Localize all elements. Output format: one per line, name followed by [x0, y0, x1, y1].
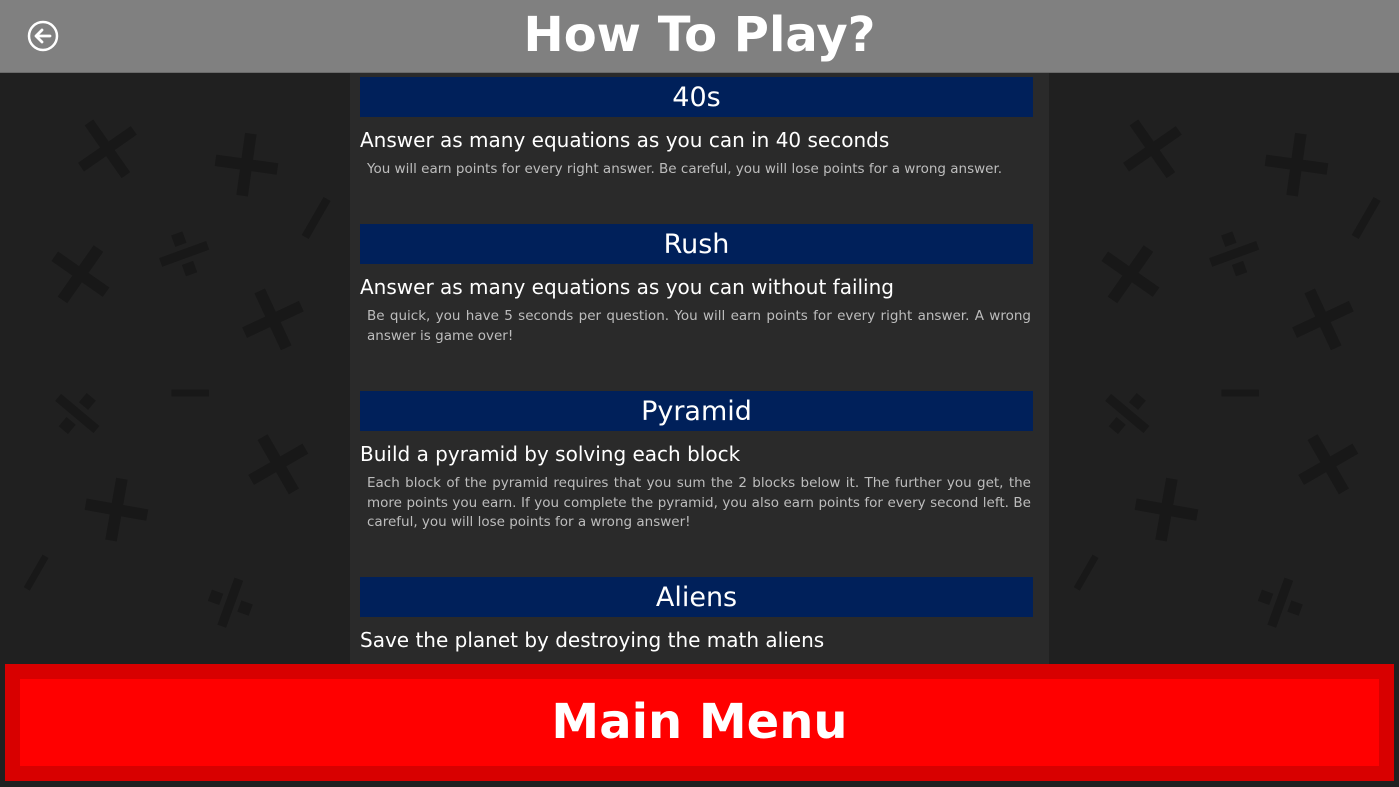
- mode-description: Be quick, you have 5 seconds per questio…: [367, 308, 1031, 344]
- main-menu-button[interactable]: Main Menu: [5, 664, 1394, 781]
- header-bar: How To Play?: [0, 0, 1399, 73]
- plus-symbol-icon: +: [1261, 389, 1393, 534]
- mode-subtitle: Build a pyramid by solving each block: [360, 442, 741, 466]
- plus-symbol-icon: +: [1258, 245, 1385, 388]
- mode-subtitle: Answer as many equations as you can in 4…: [360, 128, 890, 152]
- mode-title: Aliens: [360, 577, 1033, 617]
- instructions-panel[interactable]: 40s Answer as many equations as you can …: [350, 73, 1049, 665]
- plus-symbol-icon: +: [1064, 199, 1201, 344]
- page-title: How To Play?: [523, 7, 876, 63]
- mode-section-aliens: Aliens Save the planet by destroying the…: [360, 577, 1033, 660]
- main-menu-label: Main Menu: [20, 679, 1379, 766]
- minus-symbol-icon: −: [165, 357, 216, 427]
- mode-title: Pyramid: [360, 391, 1033, 431]
- how-to-play-screen: × + − ÷ + + ÷ − + + − ÷ × + − ÷ + + ÷ − …: [0, 0, 1399, 787]
- mode-title: Rush: [360, 224, 1033, 264]
- mode-title: 40s: [360, 77, 1033, 117]
- minus-symbol-icon: −: [0, 532, 79, 612]
- mode-subtitle: Answer as many equations as you can with…: [360, 275, 894, 299]
- times-symbol-icon: ×: [61, 88, 155, 205]
- plus-symbol-icon: +: [14, 199, 151, 344]
- plus-symbol-icon: +: [208, 245, 335, 388]
- minus-symbol-icon: −: [1042, 532, 1129, 612]
- mode-section-40s: 40s Answer as many equations as you can …: [360, 77, 1033, 180]
- mode-section-pyramid: Pyramid Build a pyramid by solving each …: [360, 391, 1033, 533]
- mode-description: Each block of the pyramid requires that …: [367, 475, 1031, 530]
- plus-symbol-icon: +: [1115, 441, 1219, 572]
- mode-section-rush: Rush Answer as many equations as you can…: [360, 224, 1033, 346]
- mode-subtitle: Save the planet by destroying the math a…: [360, 628, 825, 652]
- divide-symbol-icon: ÷: [1222, 554, 1334, 650]
- plus-symbol-icon: +: [211, 389, 343, 534]
- times-symbol-icon: ×: [1106, 88, 1200, 205]
- mode-description: You will earn points for every right ans…: [367, 161, 1003, 177]
- minus-symbol-icon: −: [1215, 357, 1266, 427]
- divide-symbol-icon: ÷: [172, 554, 284, 650]
- plus-symbol-icon: +: [65, 441, 169, 572]
